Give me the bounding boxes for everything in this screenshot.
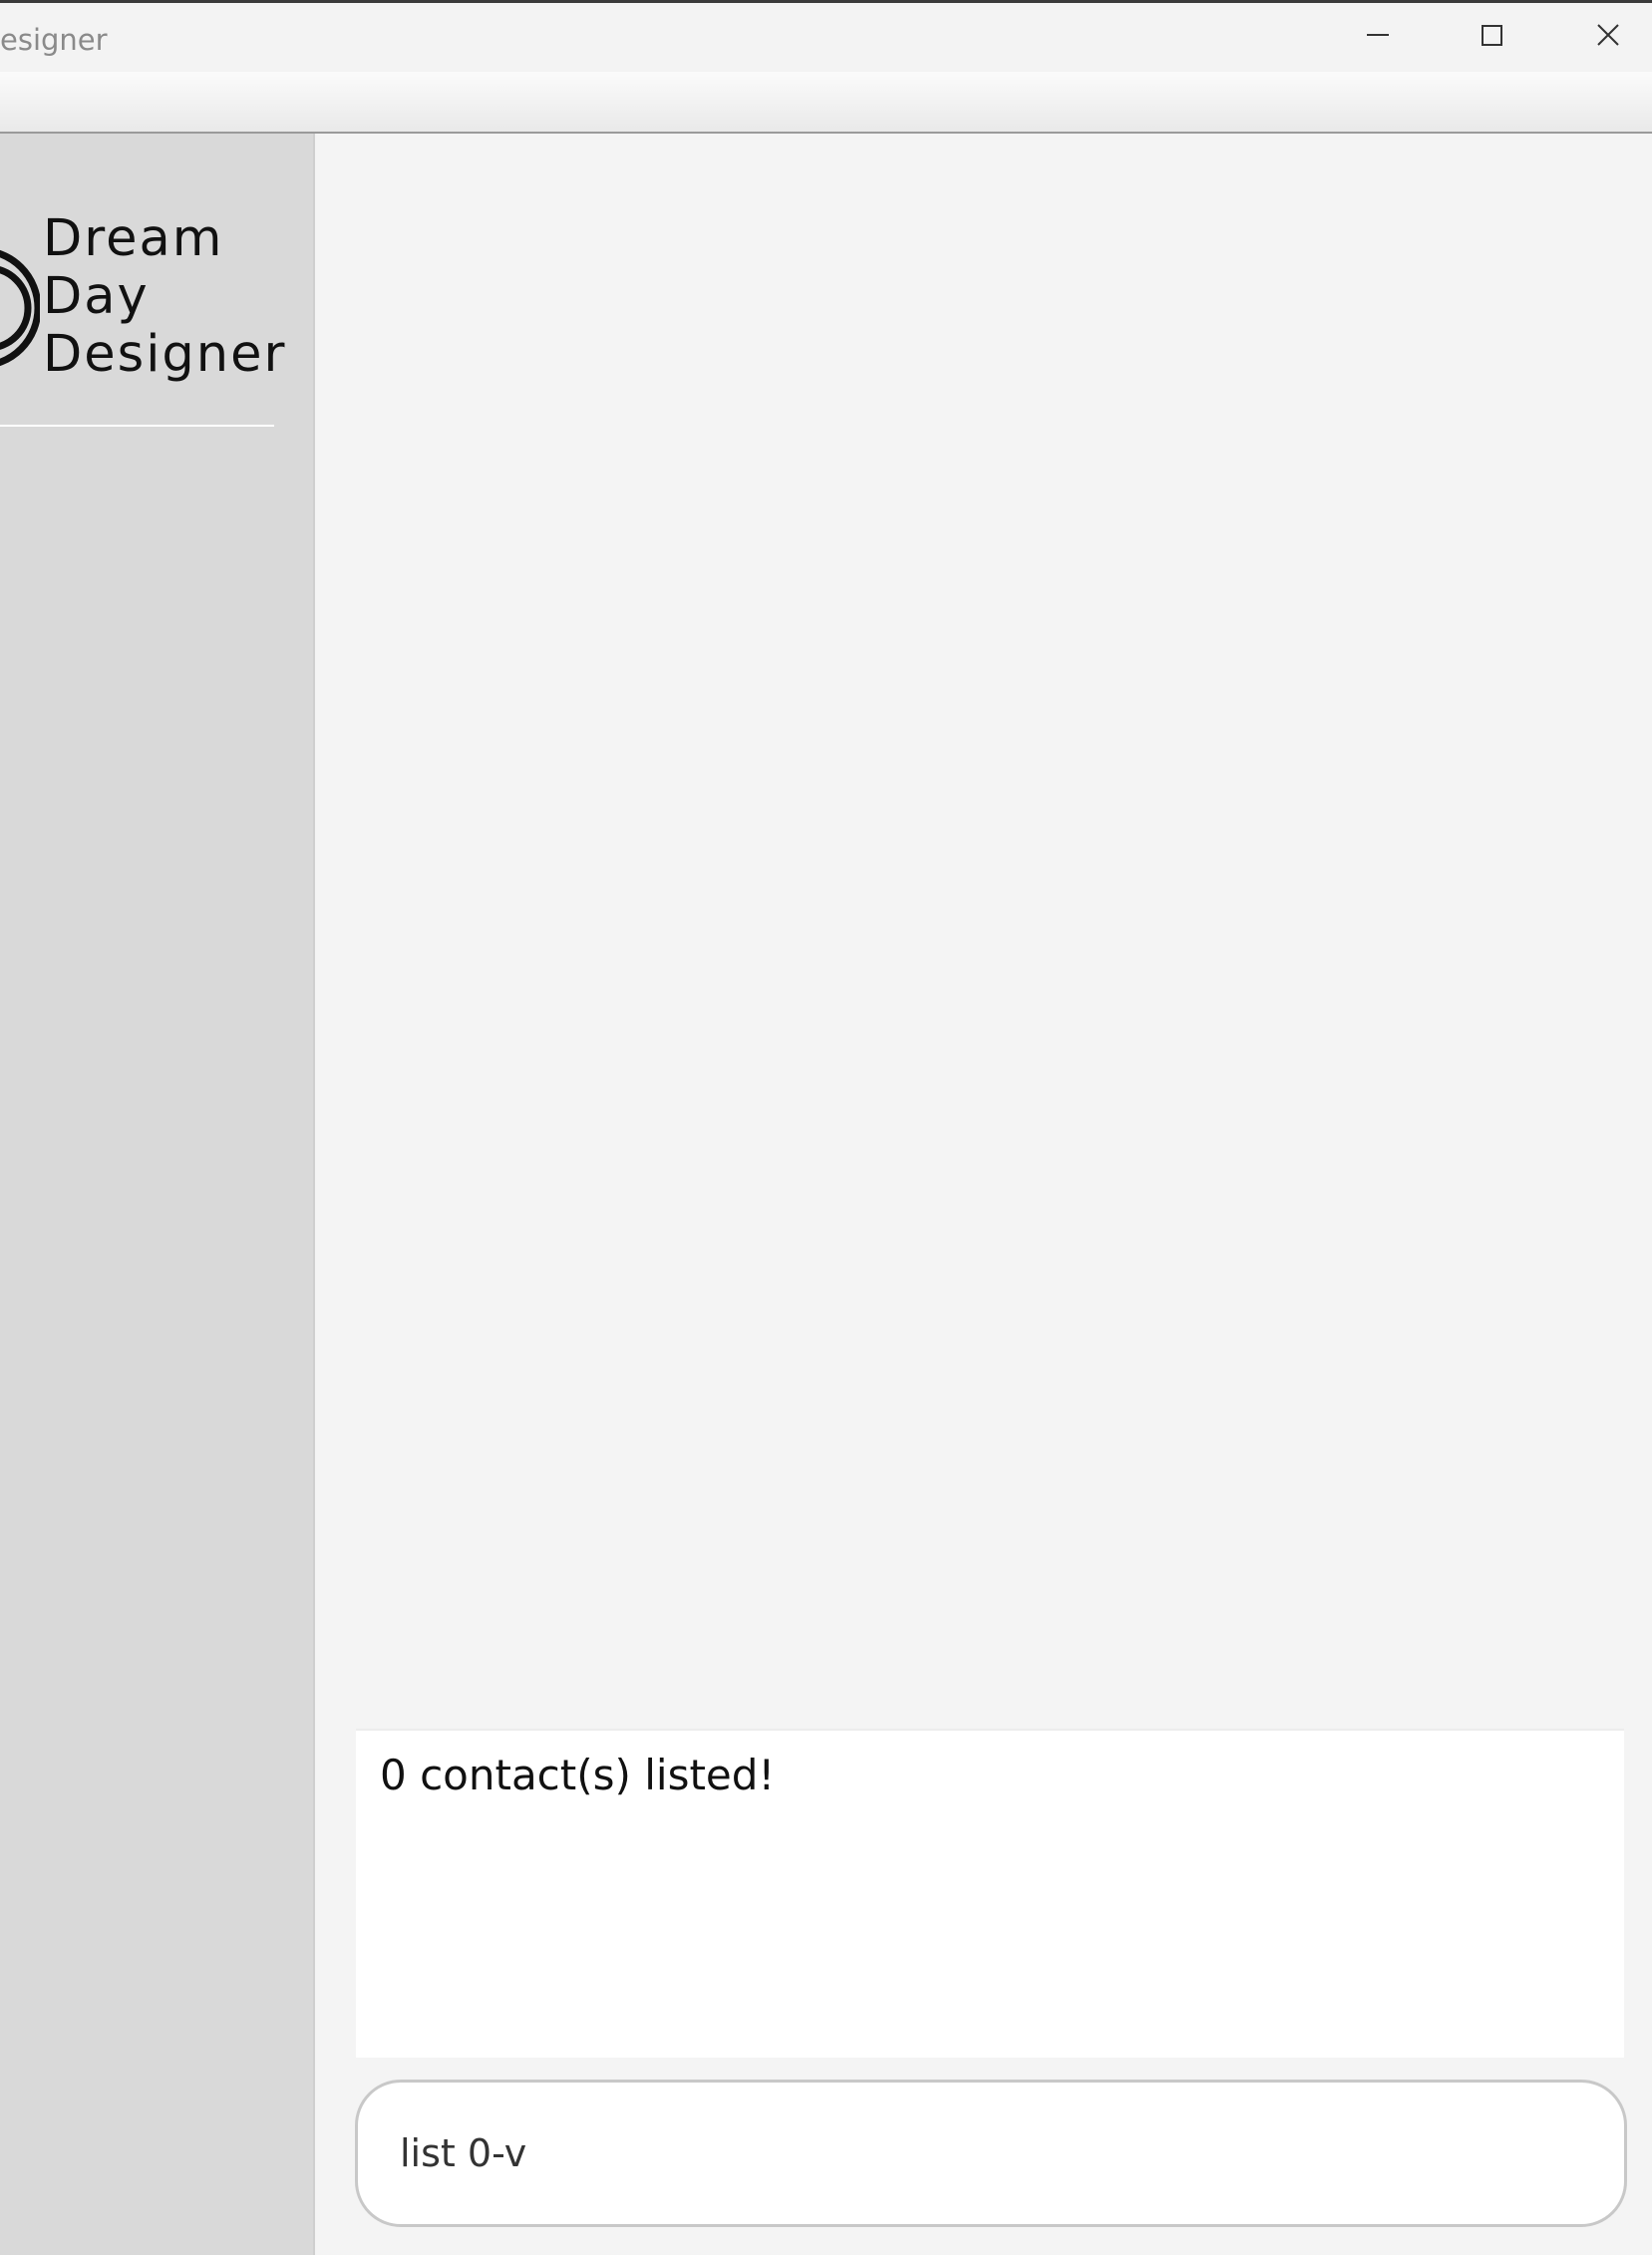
- close-icon: [1597, 24, 1619, 46]
- contact-list-panel[interactable]: [315, 134, 1652, 1709]
- result-display: 0 contact(s) listed!: [356, 1729, 1624, 2058]
- app-logo-text: Dream Day Designer: [43, 210, 286, 384]
- logo-line: Designer: [43, 325, 287, 384]
- menu-bar: [0, 72, 1652, 134]
- minimize-button[interactable]: [1323, 3, 1433, 72]
- maximize-button[interactable]: [1438, 3, 1547, 72]
- window-title: esigner: [0, 23, 108, 57]
- logo-line: Dream: [43, 209, 224, 268]
- sidebar-divider: [0, 425, 274, 427]
- title-bar[interactable]: esigner: [0, 3, 1652, 72]
- close-button[interactable]: [1553, 3, 1652, 72]
- main-content: 0 contact(s) listed!: [315, 134, 1652, 2255]
- command-input[interactable]: [355, 2080, 1627, 2227]
- maximize-icon: [1482, 25, 1502, 46]
- result-message: 0 contact(s) listed!: [380, 1751, 776, 1799]
- minimize-icon: [1367, 34, 1389, 36]
- sidebar: Dream Day Designer: [0, 134, 315, 2255]
- logo-line: Day: [43, 267, 150, 326]
- logo-icon: [0, 238, 42, 413]
